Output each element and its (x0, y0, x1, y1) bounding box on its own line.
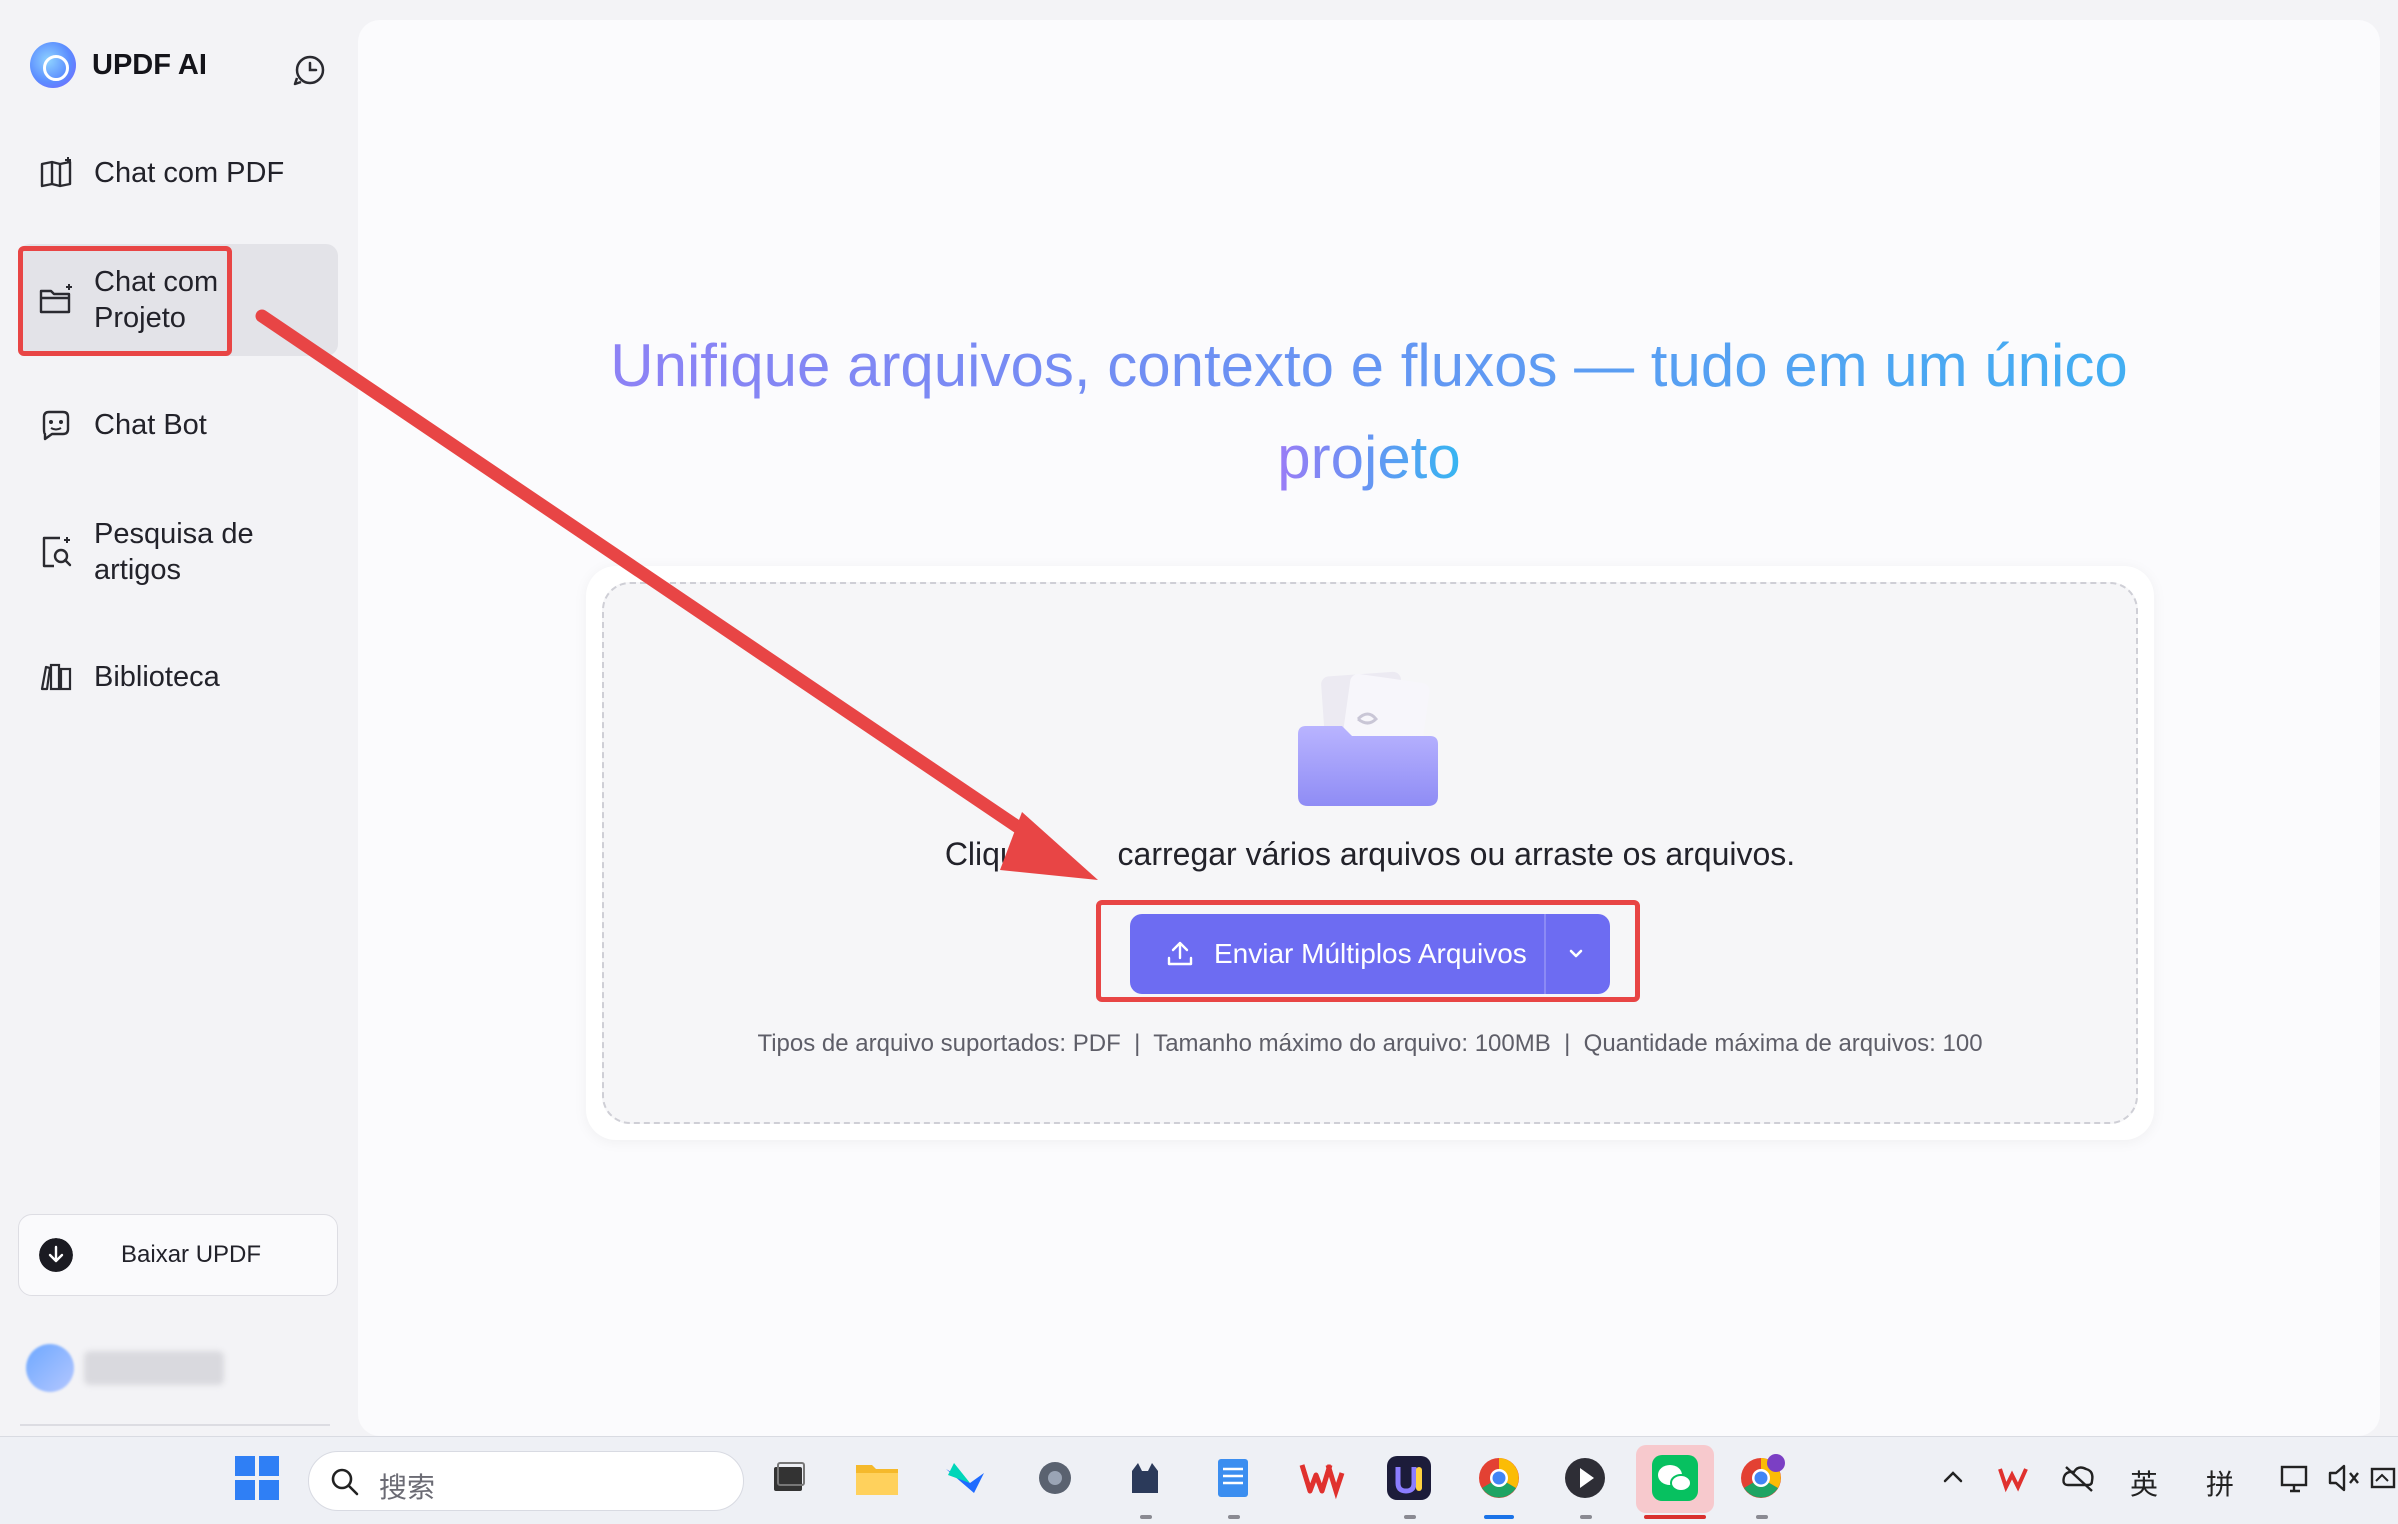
input-method-pinyin[interactable]: 拼 (2206, 1463, 2234, 1503)
wps-tray-icon[interactable] (1996, 1453, 2034, 1503)
sidebar-item-chat-com-pdf[interactable]: Chat com PDF (18, 150, 338, 196)
sidebar-item-label: Biblioteca (94, 661, 220, 693)
running-indicator (1404, 1515, 1416, 1519)
user-account[interactable] (26, 1344, 224, 1392)
media-player-icon[interactable] (1560, 1453, 1610, 1503)
sidebar-item-chat-bot[interactable]: Chat Bot (18, 402, 338, 448)
network-icon[interactable] (2278, 1453, 2316, 1503)
active-app-indicator (1484, 1515, 1514, 1519)
battery-icon[interactable] (2370, 1453, 2396, 1503)
file-dropzone[interactable]: Clique carregar vários arquivos ou arrast… (602, 582, 2138, 1124)
search-placeholder: 搜索 (379, 1471, 436, 1504)
file-explorer-icon[interactable] (852, 1453, 902, 1503)
library-icon (40, 663, 72, 691)
history-icon[interactable] (292, 52, 328, 88)
download-updf-button[interactable]: Baixar UPDF (18, 1214, 338, 1296)
bot-icon (42, 410, 70, 441)
annotation-box-upload (1096, 900, 1640, 1002)
taskbar-search-input[interactable]: 搜索 (308, 1451, 744, 1511)
chrome-icon[interactable] (1474, 1453, 1524, 1503)
doc-search-icon (42, 536, 72, 568)
main-panel: Unifique arquivos, contexto e fluxos — t… (358, 20, 2380, 1436)
sidebar-item-pesquisa-de-artigos[interactable]: Pesquisa de artigos (18, 512, 338, 592)
feishu-icon[interactable] (940, 1453, 990, 1503)
settings-gear-icon[interactable] (1030, 1453, 1080, 1503)
sidebar-item-label: Chat Bot (94, 409, 207, 441)
sidebar: UPDF AI Chat com PDF Chat com Projeto Ch… (0, 0, 354, 1436)
task-view-icon[interactable] (764, 1453, 814, 1503)
search-icon (331, 1468, 359, 1496)
running-indicator (1140, 1515, 1152, 1519)
sidebar-item-biblioteca[interactable]: Biblioteca (18, 654, 338, 700)
avatar (26, 1344, 74, 1392)
running-indicator (1580, 1515, 1592, 1519)
download-icon (39, 1238, 73, 1272)
active-app-indicator (1644, 1515, 1706, 1519)
user-name-redacted (84, 1351, 224, 1385)
chrome-profile-icon[interactable] (1736, 1453, 1786, 1503)
cloud-off-icon[interactable] (2060, 1453, 2098, 1503)
sidebar-divider (20, 1424, 330, 1426)
speaker-muted-icon[interactable] (2326, 1453, 2362, 1503)
sidebar-item-label: Pesquisa de artigos (94, 518, 254, 586)
brand-name: UPDF AI (92, 48, 207, 81)
download-label: Baixar UPDF (121, 1241, 262, 1268)
upload-card: Clique carregar vários arquivos ou arrast… (586, 566, 2154, 1140)
updf-logo-icon (30, 42, 76, 88)
input-lang-english[interactable]: 英 (2130, 1463, 2158, 1503)
taskbar: 搜索 英 拼 (0, 1436, 2398, 1524)
cat-app-icon[interactable] (1120, 1453, 1170, 1503)
wps-icon[interactable] (1296, 1453, 1346, 1503)
book-sparkle-icon (40, 157, 72, 188)
running-indicator (1756, 1515, 1768, 1519)
annotation-box-sidebar (18, 246, 232, 356)
wechat-icon[interactable] (1650, 1453, 1700, 1503)
running-indicator (1228, 1515, 1240, 1519)
page-title: Unifique arquivos, contexto e fluxos — t… (358, 320, 2380, 504)
folder-files-icon (1298, 671, 1438, 806)
file-limits-info: Tipos de arquivo suportados: PDF | Taman… (757, 1030, 1983, 1057)
sidebar-item-label: Chat com PDF (94, 157, 285, 189)
brand[interactable]: UPDF AI (30, 42, 207, 88)
windows-start-icon[interactable] (232, 1453, 282, 1503)
chevron-up-icon[interactable] (1938, 1453, 1968, 1503)
updf-app-icon[interactable] (1384, 1453, 1434, 1503)
notepad-icon[interactable] (1208, 1453, 1258, 1503)
drop-instructions: Clique carregar vários arquivos ou arrast… (944, 836, 1796, 872)
